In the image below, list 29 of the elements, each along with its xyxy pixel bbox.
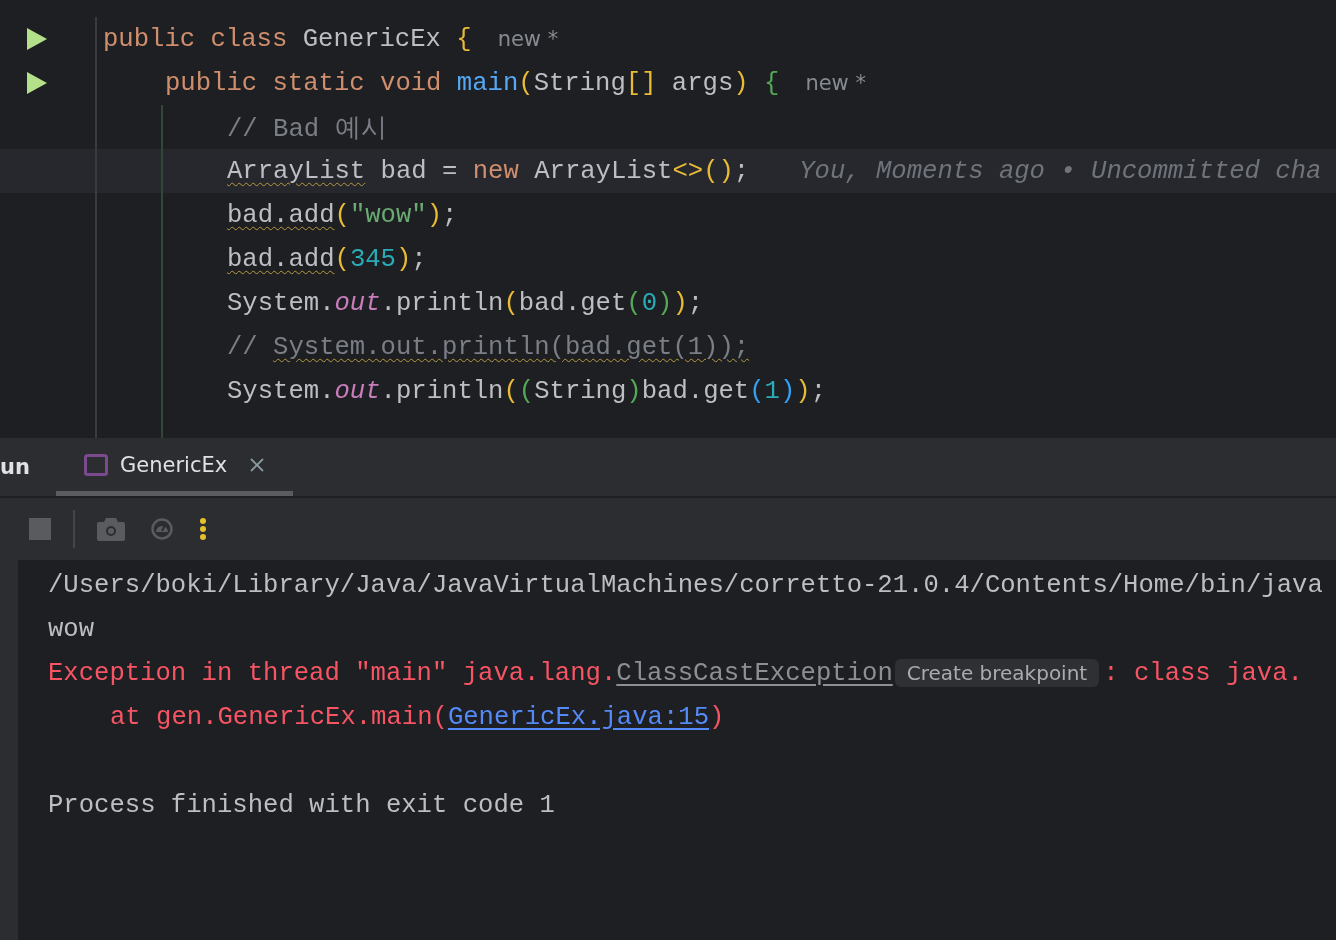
- panel-title: un: [0, 455, 31, 479]
- console-text: : class java.: [1103, 658, 1303, 688]
- tab[interactable]: GenericEx: [56, 438, 294, 496]
- console-text: /Users/boki/Library/Java/JavaVirtualMachines/corretto-21.0.4/Contents/Home/bin/java: [48, 570, 1323, 600]
- source-link[interactable]: GenericEx.java:15: [447, 702, 709, 732]
- code-line: System.out.println(bad.get(0));: [227, 288, 704, 318]
- run-icon[interactable]: [26, 71, 48, 95]
- inlay-hint: new *: [497, 27, 559, 51]
- code-line: System.out.println((String)bad.get(1));: [227, 376, 826, 406]
- console-text: at gen.GenericEx.main(: [110, 702, 448, 732]
- console-text: ): [709, 702, 725, 732]
- create-breakpoint-button[interactable]: Create breakpoint: [894, 659, 1100, 687]
- console-text: Exception in thread "main" java.lang.: [48, 658, 617, 688]
- code-line: bad.add(345);: [227, 244, 427, 274]
- more-icon[interactable]: [199, 517, 207, 541]
- console-text: Process finished with exit code 1: [48, 790, 555, 820]
- code-line: public class GenericEx {: [103, 24, 472, 54]
- code-line: public static void main(String[] args) {: [165, 68, 780, 98]
- git-blame-annotation: You, Moments ago • Uncommitted cha: [799, 156, 1322, 186]
- close-icon[interactable]: [249, 456, 266, 473]
- code-line: ArrayList bad = new ArrayList<>();: [227, 156, 750, 186]
- run-icon[interactable]: [26, 27, 48, 51]
- console-text: wow: [48, 614, 95, 644]
- exception-link[interactable]: ClassCastException: [616, 658, 893, 688]
- window-icon: [84, 453, 108, 476]
- inlay-hint: new *: [805, 71, 866, 95]
- code-line: bad.add("wow");: [227, 200, 458, 230]
- code-line: // System.out.println(bad.get(1));: [227, 332, 750, 362]
- code-line: // Bad 예시: [227, 113, 387, 145]
